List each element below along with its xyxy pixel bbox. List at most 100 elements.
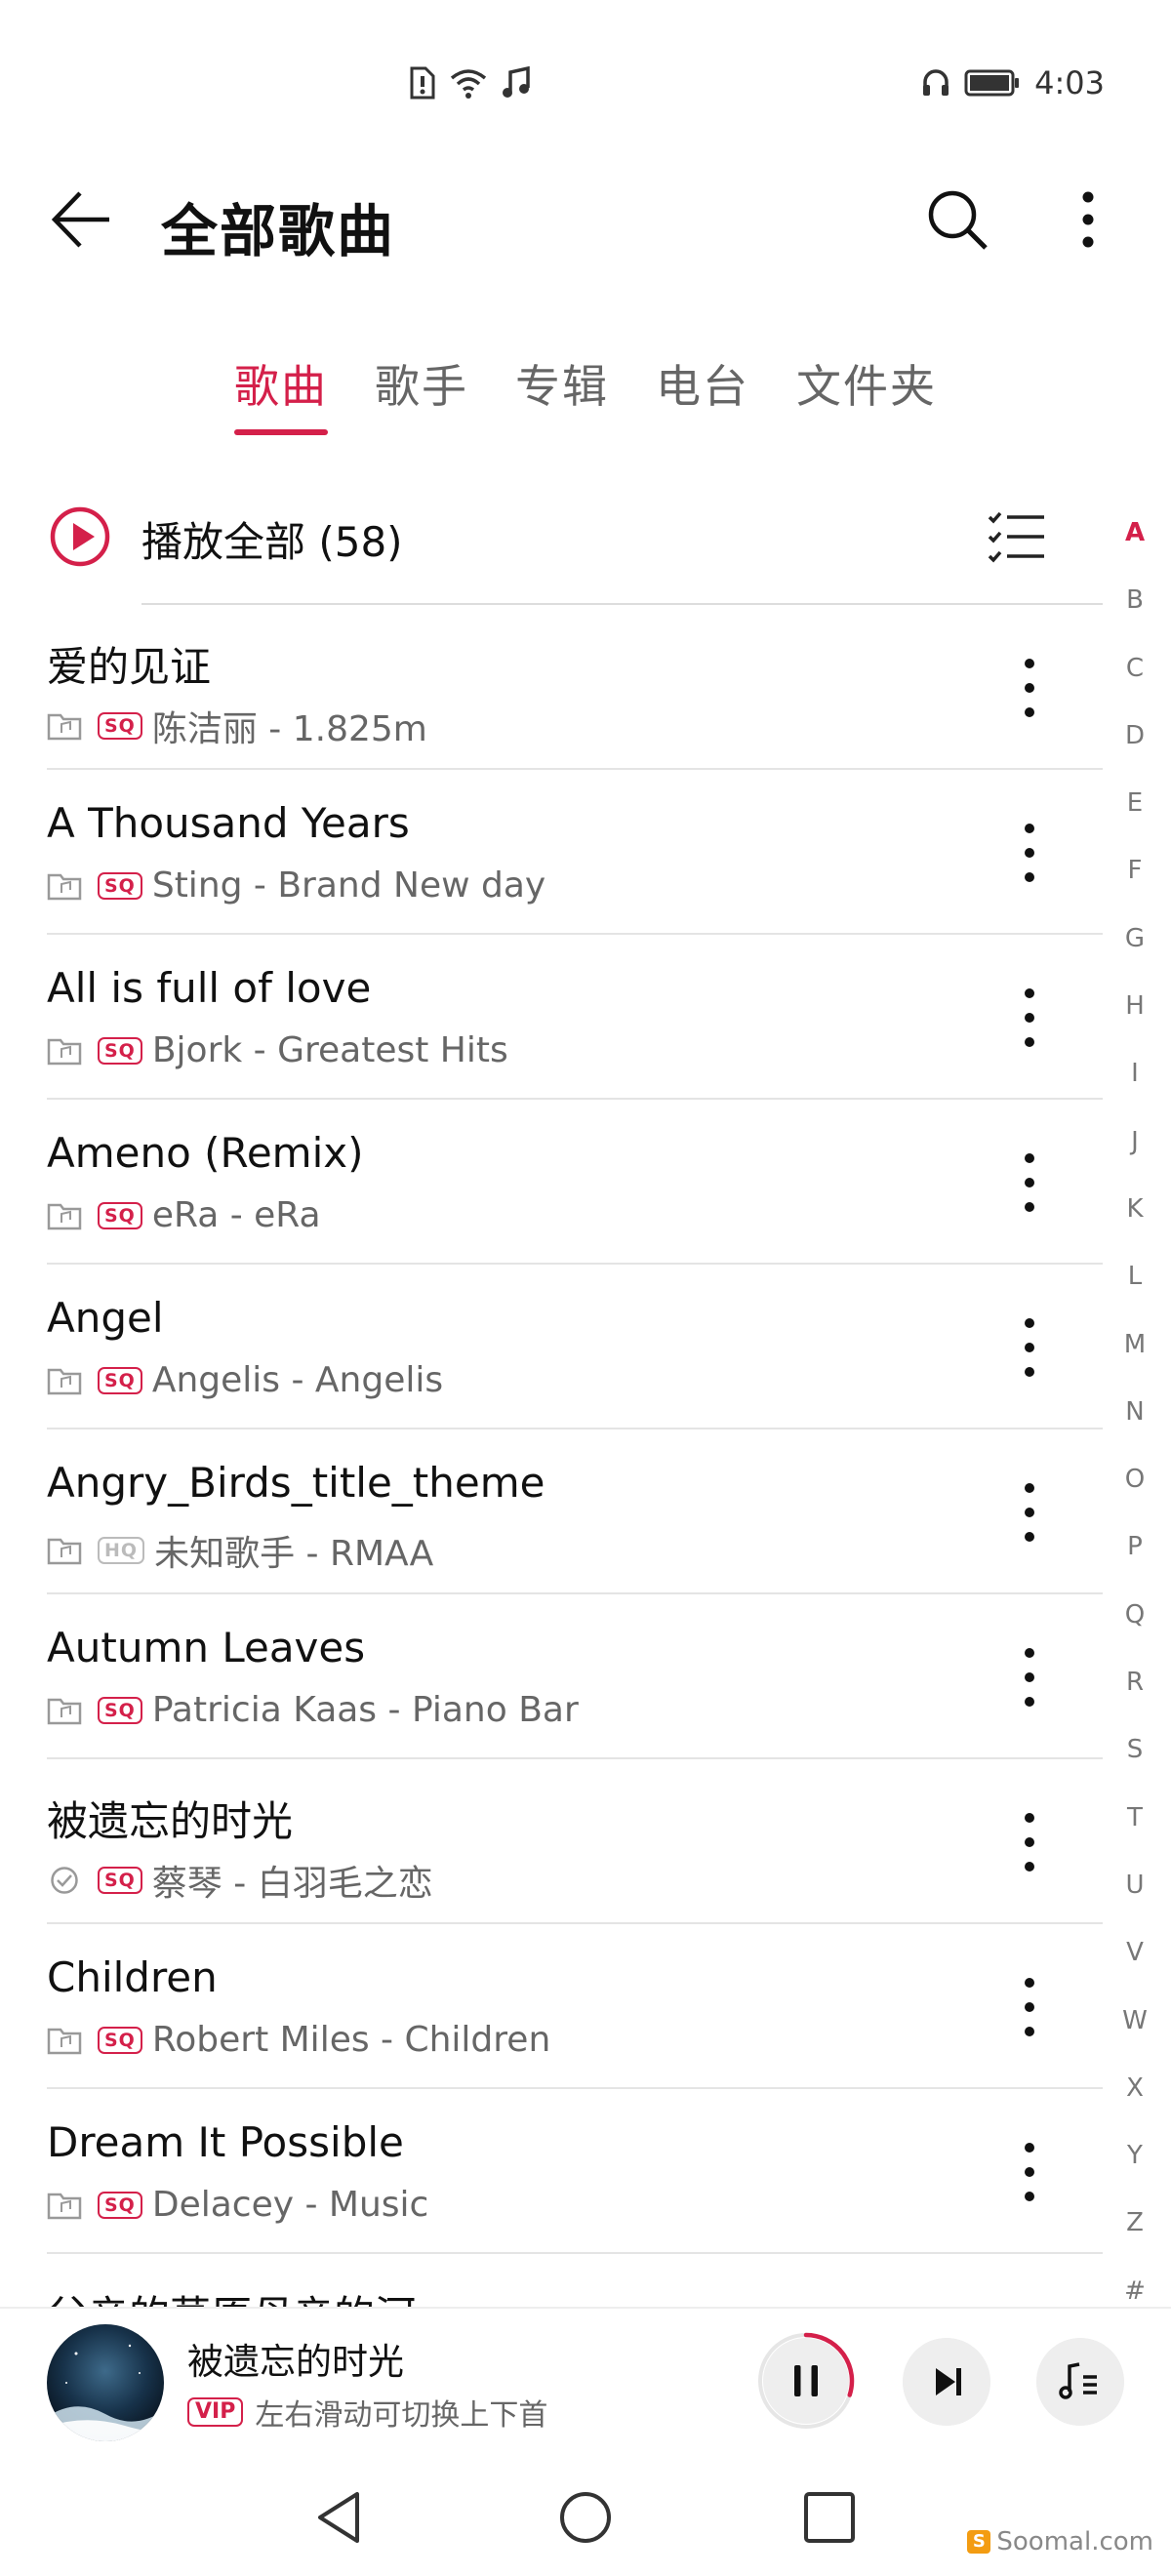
song-title: Angry_Birds_title_theme	[47, 1459, 545, 1507]
song-more-icon[interactable]	[1015, 1313, 1044, 1382]
index-letter[interactable]: M	[1112, 1319, 1157, 1387]
album-cover[interactable]	[47, 2324, 164, 2441]
index-letter[interactable]: H	[1112, 981, 1157, 1048]
status-left-icons	[408, 66, 531, 100]
song-row[interactable]: Children SQ Robert Miles - Children	[0, 1924, 1103, 2089]
watermark: S Soomal.com	[967, 2527, 1153, 2556]
index-letter[interactable]: S	[1112, 1724, 1157, 1791]
index-letter[interactable]: V	[1112, 1927, 1157, 1994]
quality-badge: SQ	[98, 1201, 142, 1229]
song-meta: SQ eRa - eRa	[47, 1195, 321, 1235]
album-art-image	[47, 2324, 164, 2441]
index-letter[interactable]: G	[1112, 913, 1157, 981]
song-row[interactable]: Angel SQ Angelis - Angelis	[0, 1265, 1103, 1429]
category-tabs: 歌曲 歌手 专辑 电台 文件夹	[0, 351, 1171, 439]
pause-button[interactable]	[757, 2332, 855, 2430]
song-row[interactable]: Ameno (Remix) SQ eRa - eRa	[0, 1100, 1103, 1265]
song-subtitle: eRa - eRa	[151, 1195, 321, 1235]
nav-home-icon[interactable]	[556, 2488, 615, 2547]
song-row[interactable]: 被遗忘的时光 SQ 蔡琴 - 白羽毛之恋	[0, 1759, 1103, 1924]
index-letter[interactable]: W	[1112, 1995, 1157, 2063]
index-letter[interactable]: P	[1112, 1521, 1157, 1589]
index-letter[interactable]: C	[1112, 643, 1157, 710]
next-track-button[interactable]	[903, 2338, 990, 2426]
song-subtitle: Delacey - Music	[151, 2185, 429, 2225]
song-row[interactable]: A Thousand Years SQ Sting - Brand New da…	[0, 770, 1103, 935]
song-subtitle: Sting - Brand New day	[151, 865, 546, 906]
index-letter[interactable]: F	[1112, 845, 1157, 912]
index-letter[interactable]: B	[1112, 575, 1157, 642]
song-row[interactable]: Autumn Leaves SQ Patricia Kaas - Piano B…	[0, 1594, 1103, 1759]
index-letter[interactable]: K	[1112, 1184, 1157, 1251]
song-row[interactable]: Dream It Possible SQ Delacey - Music	[0, 2089, 1103, 2254]
tab-folders[interactable]: 文件夹	[796, 351, 937, 416]
search-icon[interactable]	[925, 187, 989, 252]
multi-select-icon[interactable]	[988, 509, 1046, 564]
local-file-icon	[47, 1368, 82, 1394]
local-file-icon	[47, 713, 82, 741]
back-arrow-icon[interactable]	[49, 185, 117, 254]
song-subtitle: Robert Miles - Children	[151, 2020, 551, 2060]
song-more-icon[interactable]	[1015, 1643, 1044, 1711]
song-row[interactable]: Angry_Birds_title_theme HQ 未知歌手 - RMAA	[0, 1429, 1103, 1594]
song-more-icon[interactable]	[1015, 1973, 1044, 2041]
index-letter[interactable]: Y	[1112, 2130, 1157, 2197]
index-letter[interactable]: X	[1112, 2063, 1157, 2130]
now-playing-sub: VIP 左右滑动可切换上下首	[187, 2391, 547, 2434]
tab-artists[interactable]: 歌手	[375, 351, 468, 416]
local-file-icon	[47, 1538, 82, 1565]
song-meta: SQ Bjork - Greatest Hits	[47, 1030, 508, 1070]
song-title: 被遗忘的时光	[47, 1797, 294, 1845]
song-more-icon[interactable]	[1015, 1148, 1044, 1217]
song-more-icon[interactable]	[1015, 819, 1044, 887]
tab-radio[interactable]: 电台	[656, 351, 749, 416]
song-title: Children	[47, 1953, 218, 2001]
quality-badge: SQ	[98, 1867, 142, 1894]
index-letter[interactable]: E	[1112, 778, 1157, 845]
play-circle-icon[interactable]	[49, 505, 111, 568]
song-subtitle: Angelis - Angelis	[151, 1360, 444, 1400]
more-vertical-icon[interactable]	[1064, 185, 1112, 254]
status-time: 4:03	[1034, 64, 1105, 101]
song-more-icon[interactable]	[1015, 1478, 1044, 1547]
song-row-partial[interactable]: 父亲的草原母亲的河	[0, 2254, 1103, 2313]
index-letter[interactable]: U	[1112, 1860, 1157, 1927]
local-file-icon	[47, 1038, 82, 1065]
index-letter[interactable]: O	[1112, 1454, 1157, 1521]
play-queue-button[interactable]	[1036, 2338, 1124, 2426]
song-more-icon[interactable]	[1015, 654, 1044, 722]
nav-back-icon[interactable]	[310, 2488, 369, 2547]
index-letter[interactable]: J	[1112, 1116, 1157, 1184]
song-row[interactable]: 爱的见证 SQ 陈洁丽 - 1.825m	[0, 605, 1103, 770]
index-letter[interactable]: Z	[1112, 2197, 1157, 2265]
tab-albums[interactable]: 专辑	[515, 351, 609, 416]
song-more-icon[interactable]	[1015, 1808, 1044, 1876]
quality-badge: SQ	[98, 712, 142, 740]
index-letter[interactable]: D	[1112, 710, 1157, 778]
song-more-icon[interactable]	[1015, 984, 1044, 1052]
song-subtitle: 蔡琴 - 白羽毛之恋	[151, 1864, 433, 1904]
index-letter[interactable]: T	[1112, 1792, 1157, 1860]
mini-player[interactable]: 被遗忘的时光 VIP 左右滑动可切换上下首	[0, 2307, 1171, 2461]
song-meta: SQ Angelis - Angelis	[47, 1360, 443, 1400]
play-all-row[interactable]: 播放全部 (58)	[0, 498, 1103, 605]
index-letter[interactable]: Q	[1112, 1590, 1157, 1657]
local-file-icon	[47, 873, 82, 900]
index-letter[interactable]: A	[1112, 507, 1157, 575]
index-letter[interactable]: I	[1112, 1048, 1157, 1115]
index-letter[interactable]: N	[1112, 1387, 1157, 1454]
nav-recent-icon[interactable]	[802, 2490, 857, 2545]
song-row[interactable]: All is full of love SQ Bjork - Greatest …	[0, 935, 1103, 1100]
tab-songs[interactable]: 歌曲	[234, 351, 328, 416]
vip-badge: VIP	[187, 2397, 244, 2427]
song-more-icon[interactable]	[1015, 2138, 1044, 2206]
play-all-label[interactable]: 播放全部 (58)	[141, 509, 403, 569]
now-playing-title[interactable]: 被遗忘的时光	[187, 2332, 404, 2385]
index-letter[interactable]: R	[1112, 1657, 1157, 1724]
system-nav-bar: S Soomal.com	[0, 2459, 1171, 2576]
quality-badge: SQ	[98, 1366, 142, 1394]
index-letter[interactable]: L	[1112, 1251, 1157, 1318]
music-note-icon	[503, 66, 530, 98]
alphabet-index[interactable]: A B C D E F G H I J K L M N O P Q R S T U V W X Y Z #	[1112, 507, 1157, 2333]
battery-icon	[964, 69, 1020, 97]
